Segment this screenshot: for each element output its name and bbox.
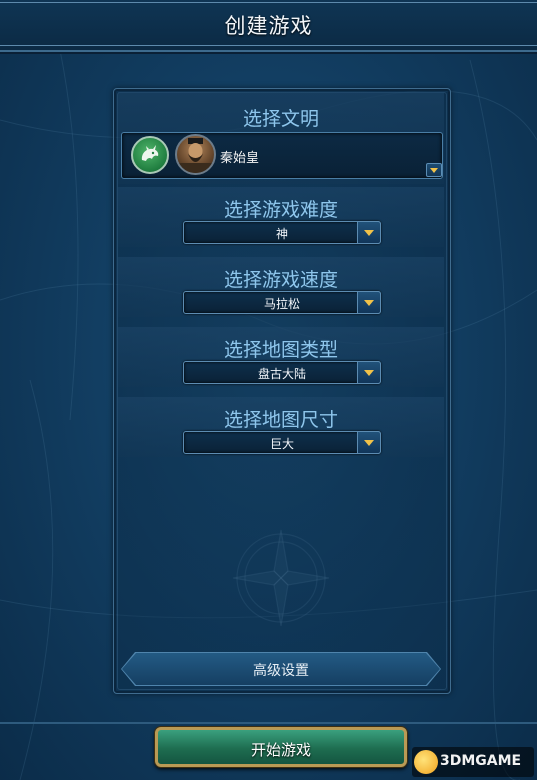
difficulty-value: 神 [275, 227, 288, 241]
title-bar: 创建游戏 [0, 0, 537, 52]
chevron-down-icon [364, 440, 374, 446]
map-type-dropdown[interactable]: 盘古大陆 [183, 361, 381, 384]
chevron-down-icon [364, 300, 374, 306]
speed-dropdown[interactable]: 马拉松 [183, 291, 381, 314]
smiley-icon [414, 750, 438, 774]
speed-section-label: 选择游戏速度 [223, 269, 338, 291]
map-size-dropdown-button[interactable] [357, 431, 381, 454]
map-size-section-label: 选择地图尺寸 [223, 409, 338, 431]
start-game-button[interactable]: 开始游戏 [155, 727, 407, 767]
watermark-brand: 3DMGAME [440, 753, 522, 769]
map-type-section-label: 选择地图类型 [223, 339, 338, 361]
dragon-icon [131, 136, 169, 174]
speed-value: 马拉松 [263, 297, 300, 311]
map-type-dropdown-button[interactable] [357, 361, 381, 384]
watermark-logo: 3DMGAME [412, 747, 534, 777]
civilization-section-label: 选择文明 [242, 108, 319, 130]
title-bar-bottom-rule [0, 45, 537, 46]
difficulty-dropdown-button[interactable] [357, 221, 381, 244]
difficulty-dropdown[interactable]: 神 [183, 221, 381, 244]
chevron-down-icon [364, 230, 374, 236]
leader-name: 秦始皇 [220, 151, 260, 166]
chevron-down-icon [364, 370, 374, 376]
map-size-dropdown[interactable]: 巨大 [183, 431, 381, 454]
civilization-selector[interactable]: 秦始皇 [121, 132, 443, 179]
start-game-label: 开始游戏 [250, 741, 311, 759]
advanced-settings-button[interactable]: 高级设置 [122, 653, 440, 685]
page-title: 创建游戏 [224, 14, 313, 38]
chevron-down-icon [430, 168, 438, 173]
footer-divider [0, 722, 537, 724]
speed-dropdown-button[interactable] [357, 291, 381, 314]
leader-portrait-icon [175, 134, 216, 175]
map-type-value: 盘古大陆 [257, 367, 306, 381]
difficulty-section-label: 选择游戏难度 [223, 199, 338, 221]
map-size-value: 巨大 [269, 437, 294, 451]
civilization-dropdown-button[interactable] [426, 163, 442, 177]
title-bar-top-rule [0, 2, 537, 3]
advanced-settings-label: 高级设置 [253, 663, 309, 679]
